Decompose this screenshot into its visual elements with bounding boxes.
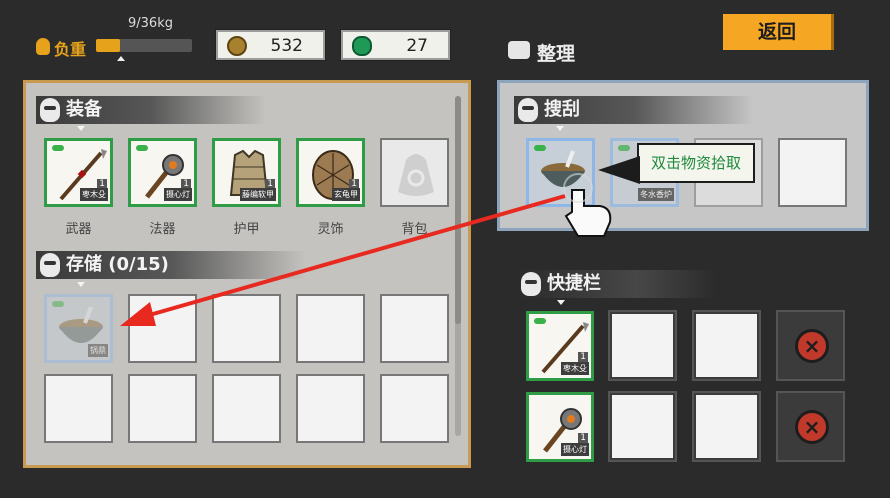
tooltip-pointer-arrow-icon [598,156,640,184]
drag-hint-arrow-icon [120,194,566,326]
hint-overlay [120,156,640,326]
tap-hand-icon [563,173,612,237]
